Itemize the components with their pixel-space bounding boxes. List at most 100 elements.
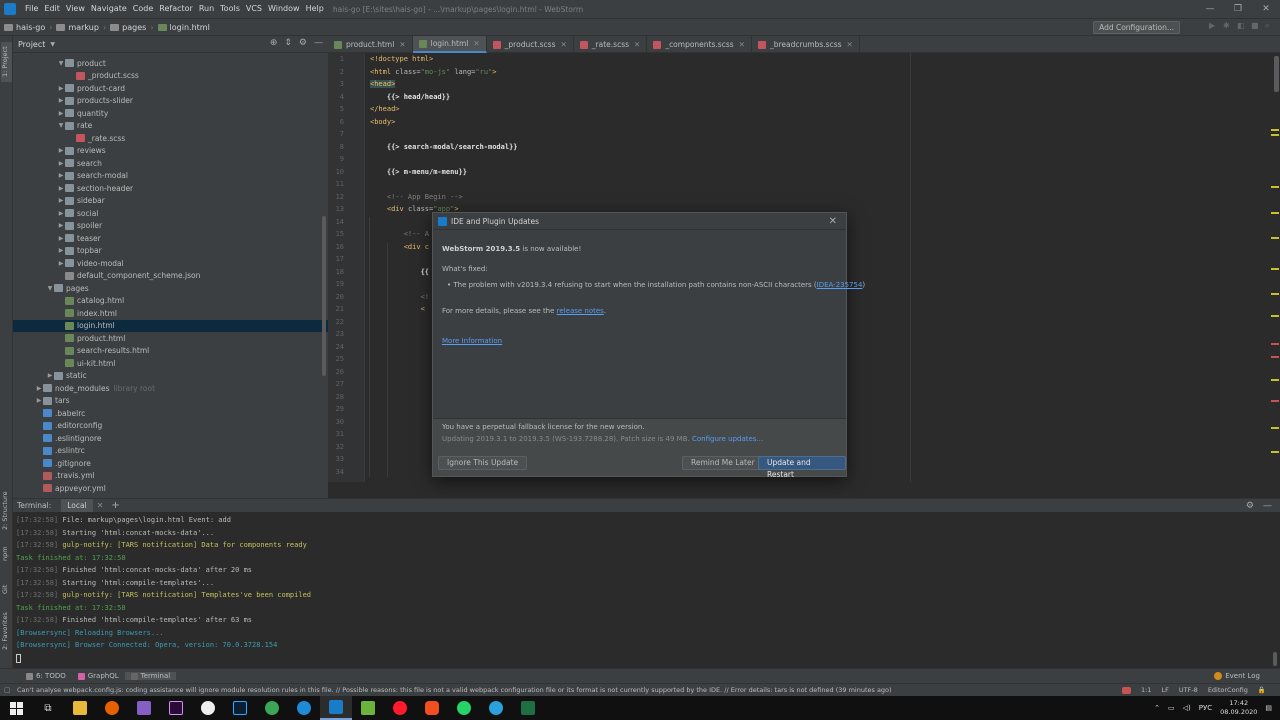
collapse-arrow-icon[interactable]: ▶ — [46, 372, 54, 379]
editor-scrollbar[interactable] — [1274, 56, 1279, 92]
taskbar-premiere[interactable] — [160, 696, 192, 720]
line-separator[interactable]: LF — [1161, 686, 1168, 694]
taskbar-whatsapp[interactable] — [448, 696, 480, 720]
hide-panel-icon[interactable]: — — [314, 38, 323, 48]
editor-tab[interactable]: _product.scss ✕ — [487, 36, 574, 53]
lock-icon[interactable]: 🔒 — [1258, 686, 1266, 694]
tree-item[interactable]: ▶ node_modules library root — [13, 382, 328, 395]
close-tab-icon[interactable]: ✕ — [399, 40, 405, 49]
tree-item[interactable]: default_component_scheme.json — [13, 270, 328, 283]
menu-file[interactable]: File — [22, 0, 41, 18]
project-scrollbar[interactable] — [322, 216, 326, 376]
collapse-all-icon[interactable]: ⇕ — [284, 38, 292, 48]
configure-updates-link[interactable]: Configure updates... — [692, 435, 763, 443]
taskbar-chrome[interactable] — [256, 696, 288, 720]
git-tool-tab[interactable]: Git — [1, 581, 12, 597]
breadcrumb-item[interactable]: hais-go › — [0, 23, 52, 32]
expand-arrow-icon[interactable]: ▼ — [57, 122, 65, 129]
event-log-tab[interactable]: Event Log — [1214, 672, 1260, 680]
taskbar-explorer[interactable] — [64, 696, 96, 720]
collapse-arrow-icon[interactable]: ▶ — [57, 85, 65, 92]
editor-tab[interactable]: login.html ✕ — [412, 36, 487, 53]
taskbar-figma[interactable] — [416, 696, 448, 720]
menu-window[interactable]: Window — [265, 0, 303, 18]
menu-refactor[interactable]: Refactor — [156, 0, 196, 18]
close-tab-icon[interactable]: ✕ — [473, 39, 479, 48]
project-panel-title[interactable]: Project — [18, 40, 45, 49]
ignore-update-button[interactable]: Ignore This Update — [438, 456, 528, 470]
taskbar-photoshop[interactable] — [224, 696, 256, 720]
tree-item[interactable]: ▼ rate — [13, 120, 328, 133]
collapse-arrow-icon[interactable]: ▶ — [57, 197, 65, 204]
tree-item[interactable]: ▶ teaser — [13, 232, 328, 245]
tree-item[interactable]: ▶ sidebar — [13, 195, 328, 208]
close-icon[interactable]: ✕ — [829, 216, 837, 227]
task-view-button[interactable]: ⧉ — [32, 696, 64, 720]
collapse-arrow-icon[interactable]: ▶ — [57, 247, 65, 254]
expand-arrow-icon[interactable]: ▼ — [46, 285, 54, 292]
todo-tab[interactable]: 6: TODO — [20, 672, 72, 680]
tree-item[interactable]: ▶ reviews — [13, 145, 328, 158]
status-message[interactable]: Can't analyse webpack.config.js: coding … — [0, 686, 892, 694]
cursor-position[interactable]: 1:1 — [1141, 686, 1151, 694]
network-icon[interactable]: ▭ — [1168, 704, 1175, 712]
add-configuration-button[interactable]: Add Configuration... — [1093, 21, 1180, 34]
tree-item[interactable]: .eslintignore — [13, 432, 328, 445]
tree-item[interactable]: .gitignore — [13, 457, 328, 470]
more-information-link[interactable]: More Information — [442, 337, 502, 345]
tree-item[interactable]: ▶ static — [13, 370, 328, 383]
maximize-icon[interactable]: ❐ — [1224, 0, 1252, 18]
menu-code[interactable]: Code — [130, 0, 156, 18]
tree-item[interactable]: ▼ product — [13, 57, 328, 70]
tree-item[interactable]: _rate.scss — [13, 132, 328, 145]
menu-view[interactable]: View — [63, 0, 88, 18]
taskbar-telegram[interactable] — [480, 696, 512, 720]
tree-item[interactable]: .editorconfig — [13, 420, 328, 433]
close-tab-icon[interactable]: ✕ — [739, 40, 745, 49]
tree-item[interactable]: ▶ video-modal — [13, 257, 328, 270]
tree-item[interactable]: ▶ section-header — [13, 182, 328, 195]
error-stripe[interactable] — [1270, 53, 1280, 482]
stop-icon[interactable]: ■ — [1251, 22, 1259, 30]
project-tool-tab[interactable]: 1: Project — [1, 42, 12, 82]
menu-help[interactable]: Help — [303, 0, 327, 18]
keyboard-language[interactable]: РУС — [1199, 704, 1212, 712]
terminal-tab-local[interactable]: Local — [61, 498, 93, 513]
terminal-output[interactable]: [17:32:58] File: markup\pages\login.html… — [13, 512, 1271, 667]
new-terminal-icon[interactable]: + — [111, 500, 119, 511]
tree-item[interactable]: ▶ quantity — [13, 107, 328, 120]
gear-icon[interactable]: ⚙ — [1246, 501, 1254, 511]
tree-item[interactable]: appveyor.yml — [13, 482, 328, 495]
collapse-arrow-icon[interactable]: ▶ — [57, 235, 65, 242]
expand-arrow-icon[interactable]: ▼ — [57, 60, 65, 67]
menu-tools[interactable]: Tools — [217, 0, 243, 18]
terminal-tool-tab[interactable]: Terminal — [124, 672, 177, 680]
collapse-arrow-icon[interactable]: ▶ — [57, 110, 65, 117]
collapse-arrow-icon[interactable]: ▶ — [57, 97, 65, 104]
collapse-arrow-icon[interactable]: ▶ — [57, 147, 65, 154]
tree-item[interactable]: index.html — [13, 307, 328, 320]
menu-vcs[interactable]: VCS — [243, 0, 265, 18]
npm-tool-tab[interactable]: npm — [1, 546, 12, 562]
chevron-down-icon[interactable]: ▼ — [50, 41, 55, 48]
taskbar-firefox[interactable] — [96, 696, 128, 720]
taskbar-webstorm[interactable] — [320, 696, 352, 720]
menu-edit[interactable]: Edit — [41, 0, 63, 18]
taskbar-excel[interactable] — [512, 696, 544, 720]
close-tab-icon[interactable]: ✕ — [97, 501, 104, 510]
breadcrumb-item[interactable]: login.html — [154, 23, 210, 32]
clock[interactable]: 17:42 08.09.2020 — [1220, 699, 1257, 717]
graphql-tab[interactable]: GraphQL — [72, 672, 125, 680]
tray-chevron-icon[interactable]: ⌃ — [1154, 704, 1160, 712]
collapse-arrow-icon[interactable]: ▶ — [57, 222, 65, 229]
structure-tool-tab[interactable]: 2: Structure — [1, 491, 12, 531]
taskbar-notepad[interactable] — [352, 696, 384, 720]
collapse-arrow-icon[interactable]: ▶ — [57, 210, 65, 217]
close-tab-icon[interactable]: ✕ — [561, 40, 567, 49]
tree-item[interactable]: .eslintrc — [13, 445, 328, 458]
menu-run[interactable]: Run — [196, 0, 217, 18]
problems-icon[interactable] — [1122, 686, 1132, 694]
coverage-icon[interactable]: ◧ — [1237, 22, 1245, 30]
collapse-arrow-icon[interactable]: ▶ — [57, 185, 65, 192]
collapse-arrow-icon[interactable]: ▶ — [57, 160, 65, 167]
